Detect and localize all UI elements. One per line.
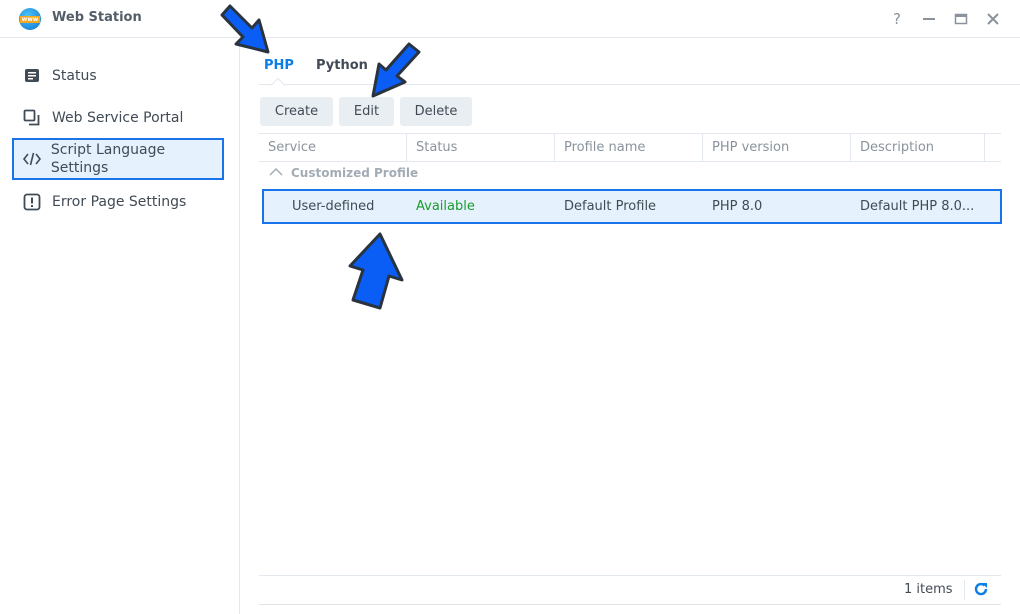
profile-table: Service Status Profile name PHP version …	[259, 133, 1001, 162]
column-header-status[interactable]: Status	[407, 134, 555, 162]
help-icon[interactable]: ?	[887, 9, 907, 29]
group-label: Customized Profile	[291, 166, 419, 180]
footer-separator	[964, 580, 965, 600]
footer-divider	[259, 575, 1001, 576]
footer-bottom-divider	[259, 604, 1001, 605]
sidebar-item-label: Web Service Portal	[52, 110, 184, 126]
close-icon[interactable]	[983, 9, 1003, 29]
sidebar: Status Web Service Portal Script Languag…	[0, 39, 240, 614]
code-icon	[14, 151, 51, 167]
cell-status: Available	[416, 199, 475, 214]
portal-icon	[12, 109, 52, 127]
app-title: Web Station	[52, 10, 142, 25]
sidebar-item-script-language-settings[interactable]: Script Language Settings	[12, 138, 224, 180]
sidebar-item-label: Status	[52, 68, 97, 84]
annotation-arrow-row	[348, 232, 404, 310]
annotation-arrow-php	[220, 4, 270, 54]
annotation-arrow-edit	[371, 42, 421, 98]
edit-button[interactable]: Edit	[339, 97, 394, 126]
sidebar-item-error-page-settings[interactable]: Error Page Settings	[12, 187, 224, 217]
column-header-description[interactable]: Description	[851, 134, 985, 162]
status-icon	[12, 68, 52, 84]
column-header-profile-name[interactable]: Profile name	[555, 134, 703, 162]
cell-profile-name: Default Profile	[564, 199, 657, 214]
column-header-php-version[interactable]: PHP version	[703, 134, 851, 162]
cell-service: User-defined	[292, 199, 375, 214]
error-page-icon	[12, 193, 52, 211]
cell-description: Default PHP 8.0...	[860, 199, 975, 214]
tab-python[interactable]: Python	[316, 58, 368, 73]
sidebar-item-label: Error Page Settings	[52, 194, 187, 210]
sidebar-item-label: Script Language Settings	[50, 142, 166, 176]
create-button[interactable]: Create	[260, 97, 333, 126]
web-station-icon: www	[19, 8, 41, 30]
refresh-icon[interactable]	[973, 581, 989, 597]
sidebar-item-web-service-portal[interactable]: Web Service Portal	[12, 103, 224, 133]
tab-php[interactable]: PHP	[264, 58, 294, 73]
table-row[interactable]: User-defined Available Default Profile P…	[262, 189, 1002, 224]
minimize-icon[interactable]	[919, 9, 939, 29]
active-tab-indicator	[271, 78, 285, 86]
table-header: Service Status Profile name PHP version …	[259, 133, 1001, 162]
items-count: 1 items	[904, 582, 953, 597]
cell-php-version: PHP 8.0	[712, 199, 763, 214]
delete-button[interactable]: Delete	[400, 97, 472, 126]
chevron-up-icon[interactable]	[269, 167, 283, 177]
column-header-service[interactable]: Service	[259, 134, 407, 162]
maximize-icon[interactable]	[951, 9, 971, 29]
title-bar: www Web Station ?	[0, 0, 1020, 38]
sidebar-item-status[interactable]: Status	[12, 61, 224, 91]
group-header[interactable]: Customized Profile	[259, 166, 418, 180]
